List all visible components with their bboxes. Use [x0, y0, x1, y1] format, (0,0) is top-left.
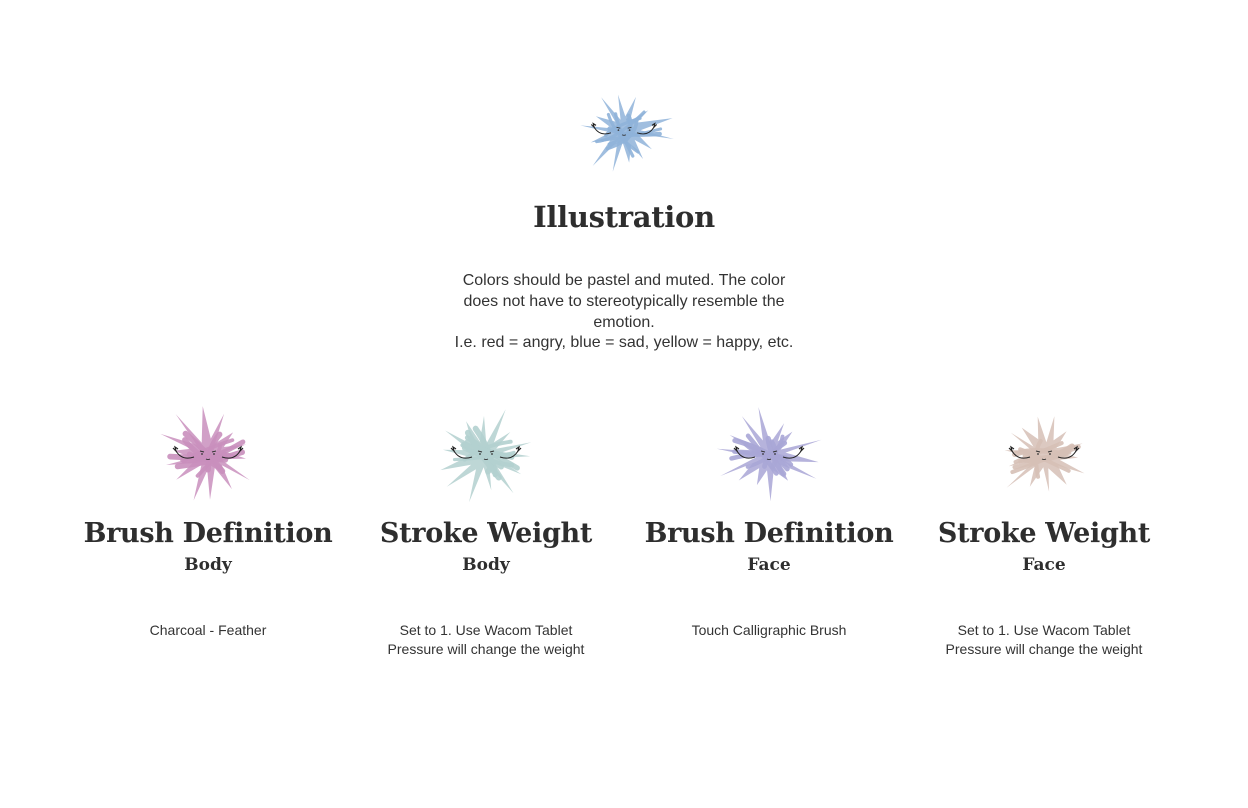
card-description-line: Touch Calligraphic Brush — [691, 622, 847, 638]
card-description: Set to 1. Use Wacom Tablet Pressure will… — [336, 621, 636, 659]
pink-burst-illustration — [160, 406, 250, 501]
card-description: Charcoal - Feather — [58, 621, 358, 640]
teal-burst-illustration — [440, 409, 532, 503]
hero-description-line: emotion. — [593, 313, 655, 331]
hero-description-line: Colors should be pastel and muted. The c… — [462, 272, 786, 289]
card-description-line: Charcoal - Feather — [149, 622, 267, 638]
burst-body — [440, 409, 532, 503]
burst-body — [580, 94, 674, 172]
lavender-burst-illustration — [716, 407, 822, 502]
page-title: Illustration — [533, 200, 715, 234]
card-title: Stroke Weight — [379, 518, 593, 549]
card-subtitle: Face — [1022, 555, 1066, 575]
stroke-weight-body-card: Stroke Weight Body Set to 1. Use Wacom T… — [336, 395, 636, 675]
stroke-weight-face-card: Stroke Weight Face Set to 1. Use Wacom T… — [894, 395, 1194, 675]
beige-burst-illustration — [1004, 416, 1085, 492]
hero-description: Colors should be pastel and muted. The c… — [424, 271, 824, 354]
card-title: Stroke Weight — [937, 518, 1151, 549]
card-description: Touch Calligraphic Brush — [619, 621, 919, 640]
hero-burst-illustration — [580, 94, 674, 172]
card-description-line: Pressure will change the weight — [387, 641, 585, 657]
card-description-line: Pressure will change the weight — [945, 641, 1143, 657]
burst-body — [716, 407, 822, 502]
burst-body — [160, 406, 250, 501]
card-description-line: Set to 1. Use Wacom Tablet — [957, 622, 1131, 638]
card-subtitle: Face — [747, 555, 791, 575]
card-description-line: Set to 1. Use Wacom Tablet — [399, 622, 573, 638]
card-title: Brush Definition — [83, 518, 333, 549]
burst-body — [1004, 416, 1085, 492]
card-subtitle: Body — [184, 555, 232, 575]
card-description: Set to 1. Use Wacom Tablet Pressure will… — [894, 621, 1194, 659]
brush-definition-face-card: Brush Definition Face Touch Calligraphic… — [619, 395, 919, 675]
card-subtitle: Body — [462, 555, 510, 575]
card-title: Brush Definition — [644, 518, 894, 549]
hero-description-line: does not have to stereotypically resembl… — [463, 292, 785, 310]
hero-description-line: I.e. red = angry, blue = sad, yellow = h… — [454, 334, 794, 352]
brush-definition-body-card: Brush Definition Body Charcoal - Feather — [58, 395, 358, 675]
